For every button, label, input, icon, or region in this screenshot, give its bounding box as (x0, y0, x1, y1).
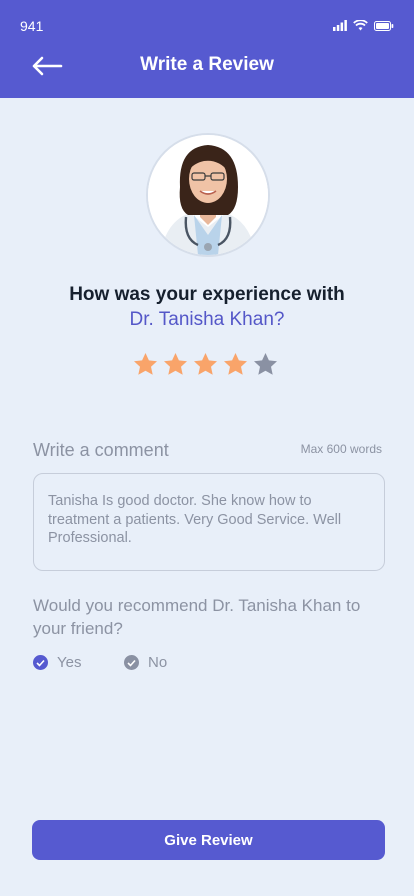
app-header: 941 Write a Review (0, 0, 414, 98)
doctor-photo (148, 135, 268, 255)
recommend-question: Would you recommend Dr. Tanisha Khan to … (33, 596, 361, 638)
check-circle-icon (124, 655, 139, 670)
comment-label: Write a comment (33, 440, 169, 460)
star-empty-icon[interactable] (253, 352, 278, 377)
give-review-button[interactable]: Give Review (32, 820, 385, 860)
review-question: How was your experience with (69, 284, 345, 305)
status-icons (333, 20, 394, 31)
recommend-yes-label: Yes (57, 654, 82, 671)
recommend-no-option[interactable]: No (124, 654, 167, 671)
star-filled-icon[interactable] (163, 352, 188, 377)
star-filled-icon[interactable] (133, 352, 158, 377)
battery-icon (374, 20, 394, 31)
star-filled-icon[interactable] (193, 352, 218, 377)
page-title: Write a Review (140, 54, 274, 75)
comment-textarea[interactable]: Tanisha Is good doctor. She know how to … (33, 473, 385, 571)
comment-limit: Max 600 words (300, 442, 382, 456)
doctor-avatar (146, 133, 270, 257)
check-circle-icon (33, 655, 48, 670)
star-rating (133, 352, 283, 380)
wifi-icon (353, 20, 368, 31)
status-time: 941 (20, 18, 44, 34)
doctor-name: Dr. Tanisha Khan? (129, 309, 285, 330)
recommend-yes-option[interactable]: Yes (33, 654, 81, 671)
signal-icon (333, 20, 347, 31)
star-filled-icon[interactable] (223, 352, 248, 377)
recommend-no-label: No (148, 654, 168, 671)
